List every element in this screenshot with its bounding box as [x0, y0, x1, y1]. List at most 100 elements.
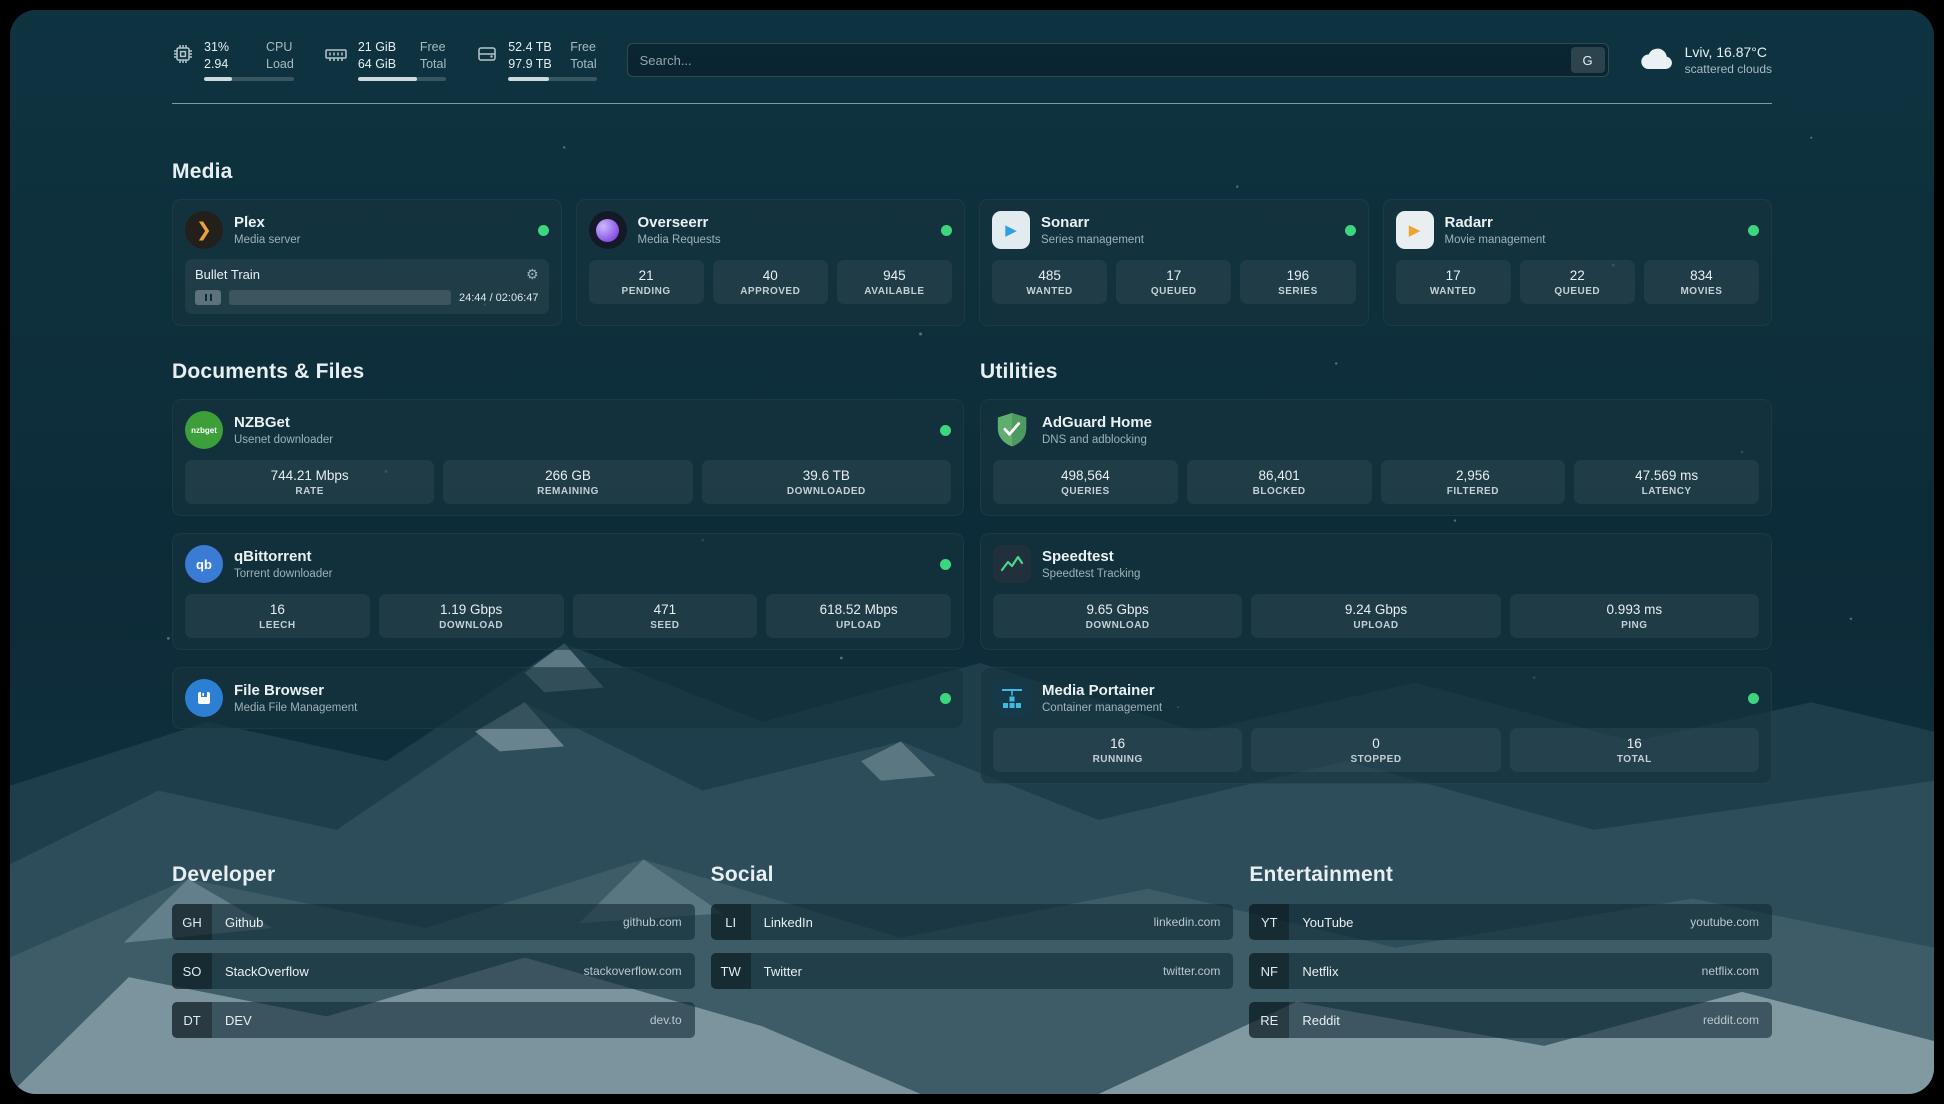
cloud-icon	[1639, 44, 1675, 77]
playback-progress-bar[interactable]	[229, 290, 451, 305]
qbittorrent-icon: qb	[185, 545, 223, 583]
ram-label-2: Total	[420, 56, 446, 73]
search-bar: G	[627, 43, 1609, 77]
status-dot	[1748, 693, 1759, 704]
service-title: qBittorrent	[234, 548, 332, 567]
bookmark-abbr: NF	[1249, 953, 1289, 989]
disk-label-2: Total	[570, 56, 596, 73]
service-title: NZBGet	[234, 414, 333, 433]
stat-box: 266 GBREMAINING	[443, 460, 692, 504]
disk-label-1: Free	[570, 39, 596, 56]
bookmark-twitter[interactable]: TW Twitter twitter.com	[711, 953, 1234, 989]
search-input[interactable]	[640, 53, 1571, 68]
cpu-label-2: Load	[266, 56, 294, 73]
gear-icon[interactable]: ⚙	[526, 266, 539, 283]
bookmark-linkedin[interactable]: LI LinkedIn linkedin.com	[711, 904, 1234, 940]
service-card-sonarr[interactable]: ▶ Sonarr Series management 485WANTED 17Q…	[979, 199, 1369, 326]
bookmark-abbr: RE	[1249, 1002, 1289, 1038]
resource-widgets: 31% 2.94 CPU Load	[172, 39, 597, 82]
service-card-overseerr[interactable]: Overseerr Media Requests 21PENDING 40APP…	[576, 199, 966, 326]
stat-box: 485WANTED	[992, 260, 1107, 304]
bookmark-stackoverflow[interactable]: SO StackOverflow stackoverflow.com	[172, 953, 695, 989]
cpu-widget: 31% 2.94 CPU Load	[172, 39, 294, 82]
service-card-filebrowser[interactable]: File Browser Media File Management	[172, 667, 964, 729]
bookmark-abbr: DT	[172, 1002, 212, 1038]
service-subtitle: DNS and adblocking	[1042, 434, 1152, 446]
stat-box: 945AVAILABLE	[837, 260, 952, 304]
status-dot	[940, 693, 951, 704]
dashboard-window: 31% 2.94 CPU Load	[10, 10, 1934, 1094]
weather-location: Lviv, 16.87°C	[1685, 44, 1772, 60]
cpu-label-1: CPU	[266, 39, 294, 56]
section-heading-developer: Developer	[172, 863, 695, 887]
section-media: Media ❯ Plex Media server Bullet Tr	[172, 160, 1772, 326]
ram-label-1: Free	[420, 39, 446, 56]
bookmark-name: LinkedIn	[751, 915, 813, 930]
bookmark-url: stackoverflow.com	[584, 964, 695, 978]
bookmark-abbr: SO	[172, 953, 212, 989]
service-card-adguard[interactable]: AdGuard Home DNS and adblocking 498,564Q…	[980, 399, 1772, 516]
service-subtitle: Media Requests	[638, 234, 721, 246]
service-title: Sonarr	[1041, 214, 1144, 233]
section-heading-entertainment: Entertainment	[1249, 863, 1772, 887]
service-title: Speedtest	[1042, 548, 1140, 567]
bookmark-url: reddit.com	[1703, 1013, 1772, 1027]
bookmark-github[interactable]: GH Github github.com	[172, 904, 695, 940]
service-card-speedtest[interactable]: Speedtest Speedtest Tracking 9.65 GbpsDO…	[980, 533, 1772, 650]
bookmark-url: twitter.com	[1163, 964, 1233, 978]
stat-box: 21PENDING	[589, 260, 704, 304]
cpu-load-value: 2.94	[204, 56, 252, 73]
service-title: Media Portainer	[1042, 682, 1162, 701]
playback-time: 24:44 / 02:06:47	[459, 292, 539, 304]
service-card-nzbget[interactable]: nzbget NZBGet Usenet downloader 744.21 M…	[172, 399, 964, 516]
service-card-radarr[interactable]: ▶ Radarr Movie management 17WANTED 22QUE…	[1383, 199, 1773, 326]
stat-box: 0STOPPED	[1251, 728, 1500, 772]
service-subtitle: Series management	[1041, 234, 1144, 246]
stat-box: 22QUEUED	[1520, 260, 1635, 304]
stat-box: 9.65 GbpsDOWNLOAD	[993, 594, 1242, 638]
plex-icon: ❯	[185, 211, 223, 249]
service-card-portainer[interactable]: Media Portainer Container management 16R…	[980, 667, 1772, 784]
sonarr-icon: ▶	[992, 211, 1030, 249]
stat-box: 744.21 MbpsRATE	[185, 460, 434, 504]
bookmark-netflix[interactable]: NF Netflix netflix.com	[1249, 953, 1772, 989]
bookmark-name: Reddit	[1289, 1013, 1340, 1028]
bookmark-abbr: LI	[711, 904, 751, 940]
search-engine-button[interactable]: G	[1571, 47, 1605, 73]
stat-box: 17WANTED	[1396, 260, 1511, 304]
now-playing-title: Bullet Train	[195, 267, 260, 282]
bookmark-dev[interactable]: DT DEV dev.to	[172, 1002, 695, 1038]
stat-box: 47.569 msLATENCY	[1574, 460, 1759, 504]
stat-box: 16LEECH	[185, 594, 370, 638]
service-title: Plex	[234, 214, 300, 233]
pause-button[interactable]	[195, 290, 221, 305]
service-card-qbittorrent[interactable]: qb qBittorrent Torrent downloader 16LEEC…	[172, 533, 964, 650]
filebrowser-icon	[185, 679, 223, 717]
stat-box: 834MOVIES	[1644, 260, 1759, 304]
status-dot	[940, 425, 951, 436]
service-subtitle: Speedtest Tracking	[1042, 568, 1140, 580]
overseerr-icon	[589, 211, 627, 249]
bookmark-url: linkedin.com	[1154, 915, 1234, 929]
stat-box: 40APPROVED	[713, 260, 828, 304]
bookmark-url: dev.to	[650, 1013, 695, 1027]
weather-condition: scattered clouds	[1685, 62, 1772, 76]
service-subtitle: Media server	[234, 234, 300, 246]
service-card-plex[interactable]: ❯ Plex Media server Bullet Train ⚙	[172, 199, 562, 326]
bookmark-reddit[interactable]: RE Reddit reddit.com	[1249, 1002, 1772, 1038]
bookmark-name: Netflix	[1289, 964, 1338, 979]
bookmark-group-entertainment: Entertainment YT YouTube youtube.com NF …	[1249, 863, 1772, 1051]
bookmark-name: Github	[212, 915, 263, 930]
stat-box: 2,956FILTERED	[1381, 460, 1566, 504]
stat-box: 471SEED	[573, 594, 758, 638]
stat-box: 17QUEUED	[1116, 260, 1231, 304]
ram-widget: 21 GiB 64 GiB Free Total	[324, 39, 446, 82]
disk-free-value: 52.4 TB	[508, 39, 556, 56]
service-subtitle: Torrent downloader	[234, 568, 332, 580]
radarr-icon: ▶	[1396, 211, 1434, 249]
adguard-icon	[993, 411, 1031, 449]
weather-widget: Lviv, 16.87°C scattered clouds	[1639, 44, 1772, 77]
top-bar: 31% 2.94 CPU Load	[172, 34, 1772, 86]
service-title: AdGuard Home	[1042, 414, 1152, 433]
bookmark-youtube[interactable]: YT YouTube youtube.com	[1249, 904, 1772, 940]
